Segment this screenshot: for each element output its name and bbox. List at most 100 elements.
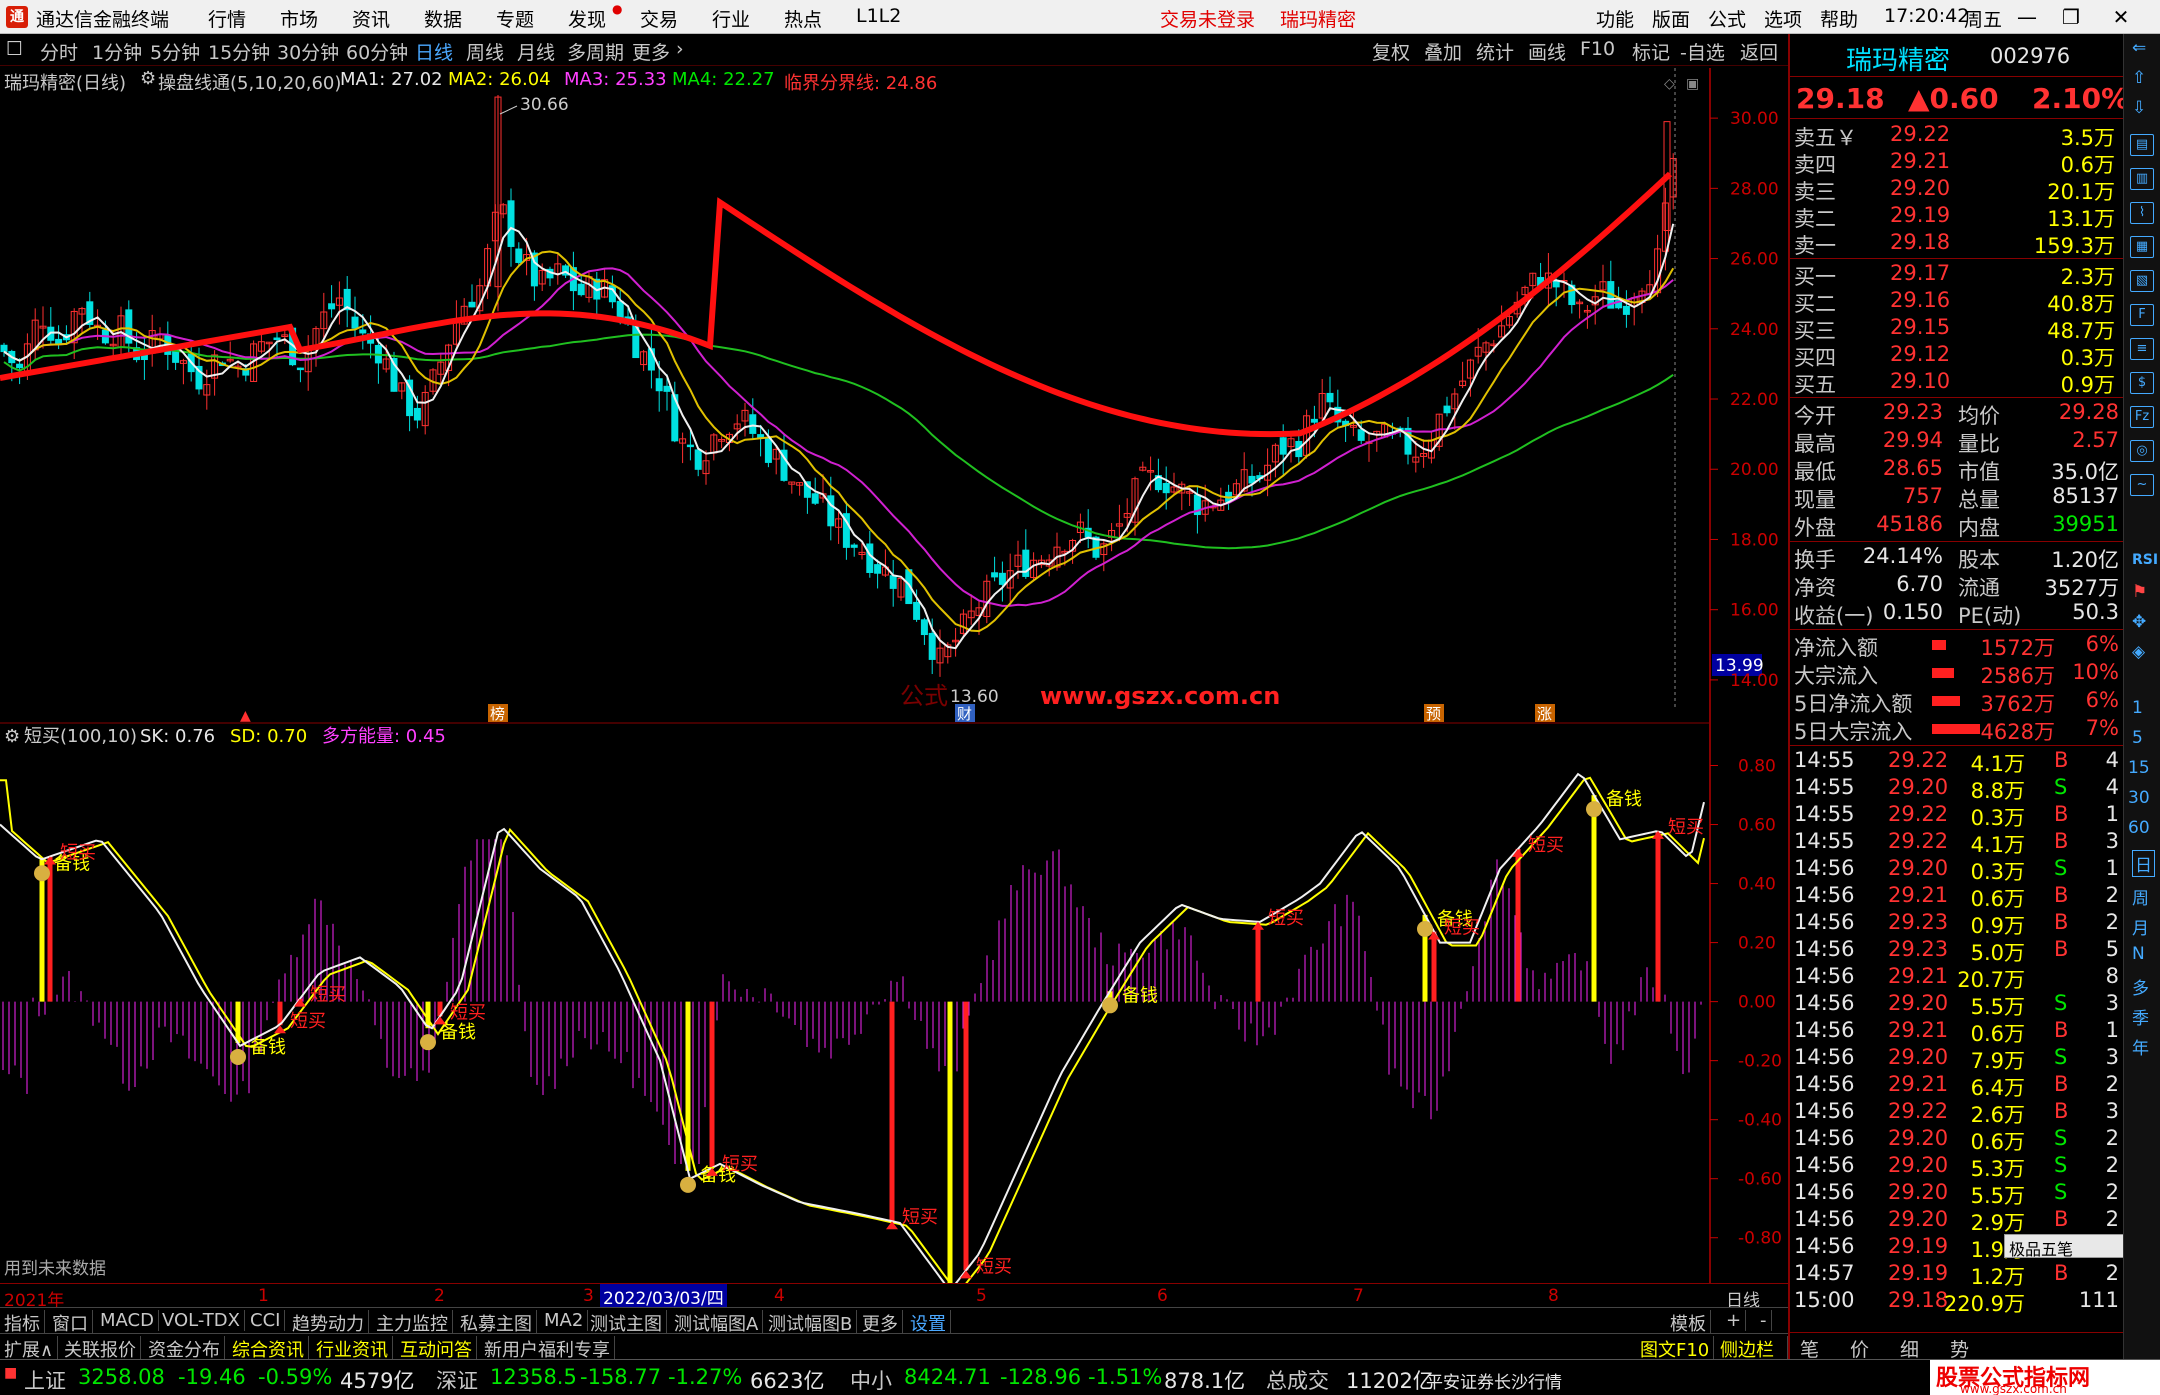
menu-hangye[interactable]: 行业 [712, 5, 750, 32]
ask-row[interactable]: 卖二 29.19 13.1万 [1790, 203, 2125, 231]
sz-name[interactable]: 深证 [436, 1365, 478, 1395]
fund-tool-icon[interactable]: $ [2130, 372, 2154, 394]
tab-vol-tdx[interactable]: VOL-TDX [158, 1310, 245, 1331]
ask-row[interactable]: 卖一 29.18 159.3万 [1790, 230, 2125, 258]
menu-shichang[interactable]: 市场 [280, 5, 318, 32]
side-period-quarter[interactable]: 季 [2132, 1004, 2149, 1029]
menu-bangzhu[interactable]: 帮助 [1820, 5, 1858, 32]
tool-fanhui[interactable]: 返回 [1740, 38, 1778, 65]
period-30min[interactable]: 30分钟 [277, 38, 339, 65]
menu-shuju[interactable]: 数据 [424, 5, 462, 32]
list-tool-icon[interactable]: ▥ [2130, 168, 2154, 190]
tab-macd[interactable]: MACD [96, 1310, 159, 1331]
close-icon[interactable]: ✕ [2106, 3, 2136, 31]
menu-gongneng[interactable]: 功能 [1596, 5, 1634, 32]
tool-fuquan[interactable]: 复权 [1372, 38, 1410, 65]
side-period-n[interactable]: N [2132, 944, 2145, 964]
line-tool-icon[interactable]: ~ [2130, 474, 2154, 496]
menu-xuanxiang[interactable]: 选项 [1764, 5, 1802, 32]
sub-formula-name[interactable]: 短买(100,10) [24, 726, 137, 747]
calc-tool-icon[interactable]: ≡ [2130, 338, 2154, 360]
sub-gear-icon[interactable]: ⚙ [4, 726, 20, 747]
bid-row[interactable]: 买五 29.10 0.9万 [1790, 369, 2125, 397]
ring-tool-icon[interactable]: ◎ [2130, 440, 2154, 462]
zx-name[interactable]: 中小 [850, 1365, 892, 1395]
period-15min[interactable]: 15分钟 [208, 38, 270, 65]
menu-hangqing[interactable]: 行情 [208, 5, 246, 32]
f10-tool-icon[interactable]: F [2130, 304, 2154, 326]
side-period-week[interactable]: 周 [2132, 884, 2149, 909]
menu-zixun[interactable]: 资讯 [352, 5, 390, 32]
up-icon[interactable]: ⇧ [2132, 68, 2146, 88]
bid-row[interactable]: 买四 29.12 0.3万 [1790, 342, 2125, 370]
menu-faxian[interactable]: 发现 [568, 5, 606, 32]
side-period-60[interactable]: 60 [2128, 818, 2150, 838]
period-more[interactable]: 更多 [632, 38, 670, 65]
side-period-5[interactable]: 5 [2132, 728, 2143, 748]
ask-row[interactable]: 卖四 29.21 0.6万 [1790, 149, 2125, 177]
tool-huaxian[interactable]: 画线 [1528, 38, 1566, 65]
bid-row[interactable]: 买三 29.15 48.7万 [1790, 315, 2125, 343]
period-multi[interactable]: 多周期 [567, 38, 624, 65]
side-period-multi[interactable]: 多 [2132, 974, 2149, 999]
tab-remove[interactable]: - [1756, 1310, 1772, 1331]
period-month[interactable]: 月线 [517, 38, 555, 65]
panel-toggle-icon[interactable]: ▣ [1686, 76, 1699, 92]
minimize-icon[interactable]: — [2012, 3, 2042, 31]
settings-dot-icon[interactable]: ◇ [1664, 76, 1675, 92]
period-fenshi[interactable]: 分时 [40, 38, 78, 65]
alert-icon[interactable]: ⚑ [2132, 582, 2147, 602]
menu-l1l2[interactable]: L1L2 [856, 5, 901, 27]
period-1min[interactable]: 1分钟 [92, 38, 142, 65]
kline-chart[interactable]: 30.66 13.60 公式 www.gszx.com.cn 13.99 30.… [0, 68, 1788, 724]
tag-icon[interactable]: ◈ [2132, 642, 2145, 662]
tool-zixuan[interactable]: -自选 [1680, 38, 1725, 65]
chart-tool-icon[interactable]: ▤ [2130, 134, 2154, 156]
ask-row[interactable]: 卖五￥ 29.22 3.5万 [1790, 122, 2125, 150]
move-icon[interactable]: ✥ [2132, 612, 2146, 632]
period-day[interactable]: 日线 [415, 38, 453, 65]
tool-tongji[interactable]: 统计 [1476, 38, 1514, 65]
bid-row[interactable]: 买一 29.17 2.3万 [1790, 261, 2125, 289]
tool-diejia[interactable]: 叠加 [1424, 38, 1462, 65]
chevron-right-icon[interactable]: › [676, 38, 684, 60]
side-period-year[interactable]: 年 [2132, 1034, 2149, 1059]
short-buy-indicator-chart[interactable]: ⚙ 短买(100,10) SK: 0.76 SD: 0.70 多方能量: 0.4… [0, 722, 1788, 1284]
menu-zhuanti[interactable]: 专题 [496, 5, 534, 32]
tab-xi[interactable]: 细 [1900, 1335, 1919, 1362]
menu-banmian[interactable]: 版面 [1652, 5, 1690, 32]
login-status[interactable]: 交易未登录 [1160, 5, 1255, 32]
menu-redian[interactable]: 热点 [784, 5, 822, 32]
sh-name[interactable]: 上证 [24, 1365, 66, 1395]
menu-jiaoyi[interactable]: 交易 [640, 5, 678, 32]
period-60min[interactable]: 60分钟 [346, 38, 408, 65]
rsi-button[interactable]: RSI [2132, 552, 2158, 568]
menu-gongshi[interactable]: 公式 [1708, 5, 1746, 32]
table-tool-icon[interactable]: ▧ [2130, 270, 2154, 292]
tool-f10[interactable]: F10 [1580, 38, 1615, 60]
window-icon[interactable]: ☐ [6, 38, 23, 60]
ime-toolbar[interactable]: 极品五笔 [2004, 1234, 2125, 1259]
side-period-15[interactable]: 15 [2128, 758, 2150, 778]
trend-tool-icon[interactable]: ⌇ [2130, 202, 2154, 224]
ask-row[interactable]: 卖三 29.20 20.1万 [1790, 176, 2125, 204]
side-period-1[interactable]: 1 [2132, 698, 2143, 718]
down-icon[interactable]: ⇩ [2132, 98, 2146, 118]
maximize-icon[interactable]: ❐ [2056, 3, 2086, 31]
tool-biaoji[interactable]: 标记 [1632, 38, 1670, 65]
period-week[interactable]: 周线 [466, 38, 504, 65]
tab-shi[interactable]: 势 [1950, 1335, 1969, 1362]
tab-jia[interactable]: 价 [1850, 1335, 1869, 1362]
period-5min[interactable]: 5分钟 [150, 38, 200, 65]
collapse-icon[interactable]: ⇐ [2132, 38, 2146, 58]
tab-cci[interactable]: CCI [246, 1310, 286, 1331]
side-period-month[interactable]: 月 [2132, 914, 2149, 939]
side-period-day[interactable]: 日 [2132, 850, 2155, 877]
side-period-30[interactable]: 30 [2128, 788, 2150, 808]
tab-add[interactable]: + [1722, 1310, 1747, 1331]
bid-row[interactable]: 买二 29.16 40.8万 [1790, 288, 2125, 316]
fz-tool-icon[interactable]: Fz [2130, 406, 2154, 428]
tab-ma2[interactable]: MA2 [540, 1310, 589, 1331]
tab-bi[interactable]: 笔 [1800, 1335, 1819, 1362]
grid-tool-icon[interactable]: ▦ [2130, 236, 2154, 258]
